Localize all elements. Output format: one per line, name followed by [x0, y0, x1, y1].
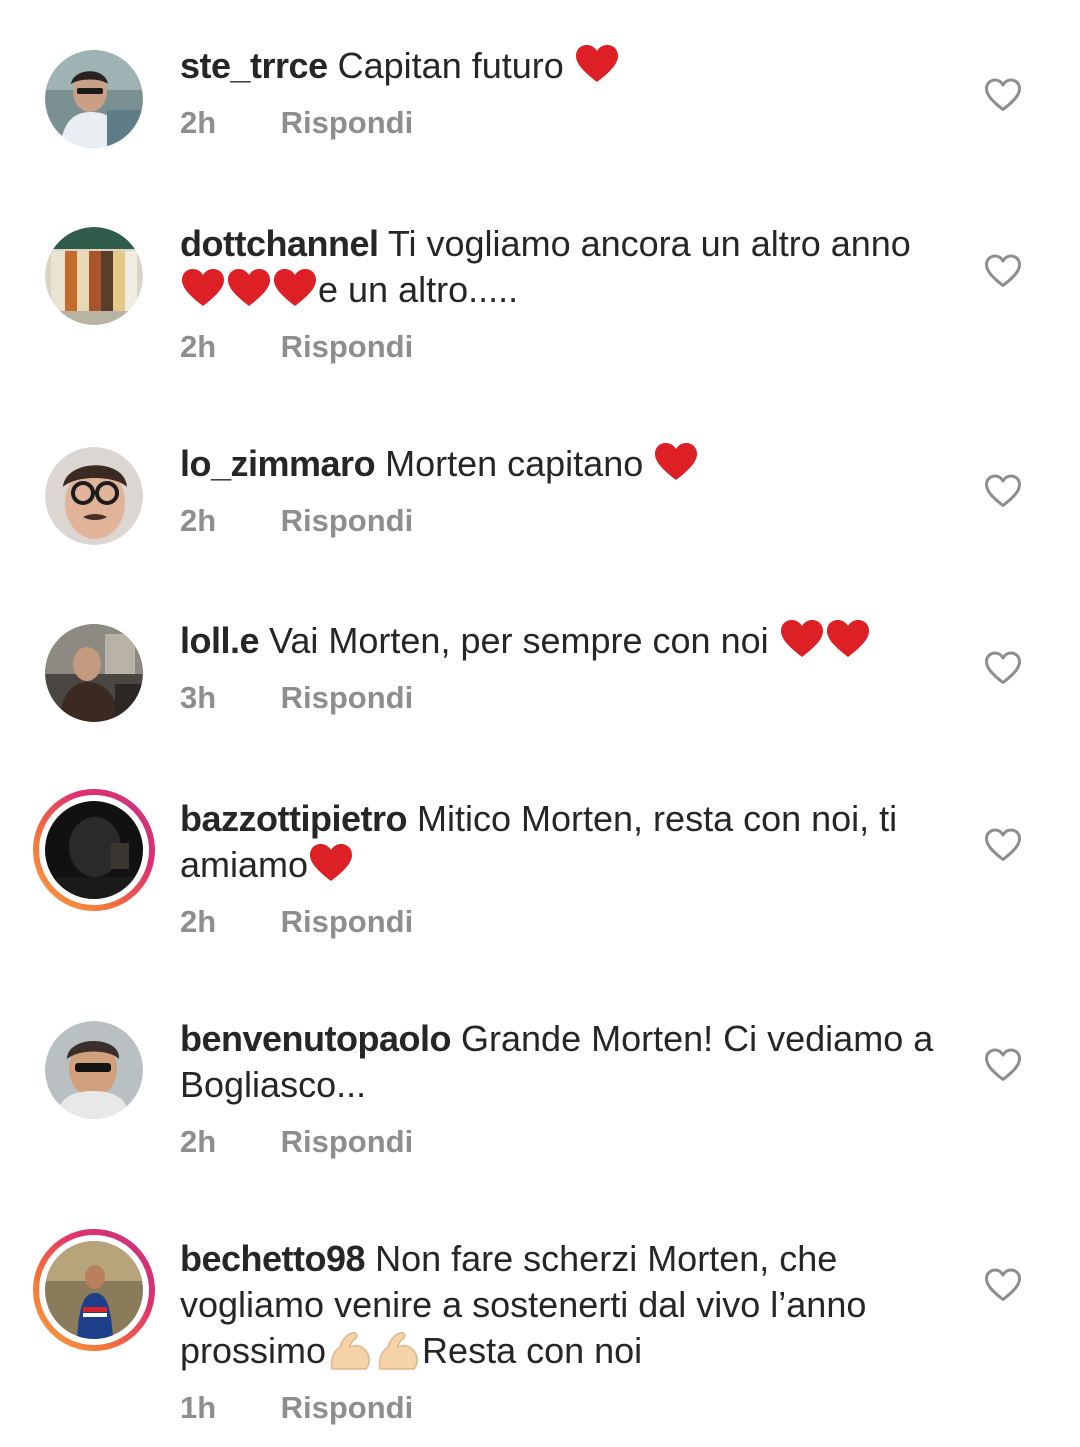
- like-heart-icon[interactable]: [984, 474, 1022, 508]
- avatar[interactable]: [45, 50, 143, 148]
- avatar[interactable]: [45, 1021, 143, 1119]
- comment-username[interactable]: bechetto98: [180, 1238, 366, 1279]
- comment-body: ste_trrce Capitan futuro: [180, 43, 950, 89]
- avatar-story-ring[interactable]: [33, 1229, 155, 1351]
- comment-body: bechetto98 Non fare scherzi Morten, che …: [180, 1236, 950, 1374]
- comment-username[interactable]: dottchannel: [180, 223, 379, 264]
- reply-button[interactable]: Rispondi: [281, 103, 414, 143]
- comment-text: Vai Morten, per sempre con noi: [269, 620, 779, 661]
- reply-button[interactable]: Rispondi: [281, 678, 414, 718]
- comment-body: benvenutopaolo Grande Morten! Ci vediamo…: [180, 1016, 950, 1108]
- avatar-story-ring[interactable]: [33, 789, 155, 911]
- like-heart-icon[interactable]: [984, 1048, 1022, 1082]
- comment-timestamp: 2h: [180, 329, 217, 364]
- red-heart-emoji: [226, 268, 272, 308]
- comment-text: Ti vogliamo ancora un altro anno: [387, 223, 911, 264]
- reply-button[interactable]: Rispondi: [281, 1122, 414, 1162]
- avatar[interactable]: [45, 227, 143, 325]
- like-heart-icon[interactable]: [984, 828, 1022, 862]
- red-heart-emoji: [272, 268, 318, 308]
- like-heart-icon[interactable]: [984, 254, 1022, 288]
- red-heart-emoji: [653, 442, 699, 482]
- comment-username[interactable]: lo_zimmaro: [180, 443, 376, 484]
- comment-text: Capitan futuro: [337, 45, 574, 86]
- comment-body: bazzottipietro Mitico Morten, resta con …: [180, 796, 950, 888]
- comment-username[interactable]: bazzottipietro: [180, 798, 407, 839]
- comment-username[interactable]: ste_trrce: [180, 45, 328, 86]
- red-heart-emoji: [180, 268, 226, 308]
- avatar[interactable]: [45, 447, 143, 545]
- red-heart-emoji: [779, 619, 825, 659]
- comment-body: dottchannel Ti vogliamo ancora un altro …: [180, 221, 950, 313]
- comment-timestamp: 2h: [180, 105, 217, 140]
- comment-timestamp: 3h: [180, 680, 217, 715]
- avatar[interactable]: [45, 624, 143, 722]
- reply-button[interactable]: Rispondi: [281, 902, 414, 942]
- comment-timestamp: 2h: [180, 503, 217, 538]
- comment-text: e un altro.....: [318, 269, 519, 310]
- red-heart-emoji: [825, 619, 871, 659]
- red-heart-emoji: [574, 44, 620, 84]
- comment-body: loll.e Vai Morten, per sempre con noi: [180, 618, 950, 664]
- comment-timestamp: 1h: [180, 1390, 217, 1425]
- like-heart-icon[interactable]: [984, 78, 1022, 112]
- flexed-biceps-emoji: [326, 1329, 374, 1373]
- reply-button[interactable]: Rispondi: [281, 501, 414, 541]
- comment-body: lo_zimmaro Morten capitano: [180, 441, 950, 487]
- comment-timestamp: 2h: [180, 1124, 217, 1159]
- red-heart-emoji: [308, 843, 354, 883]
- reply-button[interactable]: Rispondi: [281, 327, 414, 367]
- comment-timestamp: 2h: [180, 904, 217, 939]
- flexed-biceps-emoji: [374, 1329, 422, 1373]
- comment-username[interactable]: benvenutopaolo: [180, 1018, 452, 1059]
- reply-button[interactable]: Rispondi: [281, 1388, 414, 1428]
- like-heart-icon[interactable]: [984, 1268, 1022, 1302]
- comment-text: Morten capitano: [385, 443, 654, 484]
- comment-text: Resta con noi: [422, 1330, 643, 1371]
- like-heart-icon[interactable]: [984, 651, 1022, 685]
- comment-username[interactable]: loll.e: [180, 620, 260, 661]
